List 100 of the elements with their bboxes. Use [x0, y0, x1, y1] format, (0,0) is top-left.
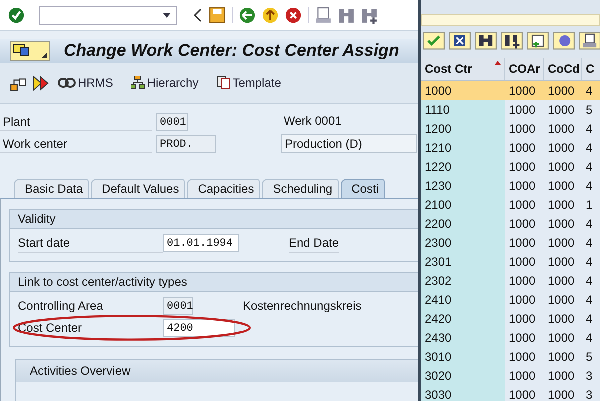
table-cell-text: 1000: [547, 292, 576, 308]
print-icon[interactable]: [579, 32, 600, 50]
table-cell-text: 3: [585, 386, 594, 401]
table-row[interactable]: 3010 1000 1000 5: [421, 347, 600, 366]
table-cell-text: 1000: [508, 158, 537, 176]
table-cell-text: 1000: [508, 254, 537, 270]
binoculars-icon[interactable]: [475, 32, 497, 50]
cost-center-field[interactable]: 4200: [163, 319, 235, 337]
table-cell-text: 5: [585, 348, 594, 366]
tab[interactable]: Capacities: [187, 179, 260, 198]
group-title: Link to cost center/activity types: [10, 273, 418, 292]
table-row[interactable]: 2430 1000 1000 4: [421, 328, 600, 347]
save-icon[interactable]: [209, 6, 226, 24]
window-title: Change Work Center: Cost Center Assign: [64, 41, 400, 61]
table-cell-text: 1000: [508, 196, 537, 214]
table-cell: 1210: [421, 138, 505, 157]
table-cell: 2430: [421, 328, 505, 347]
field-value: PROD.: [156, 134, 216, 152]
group-title: Activities Overview: [16, 360, 418, 382]
table-row[interactable]: 1210 1000 1000 4: [421, 138, 600, 157]
date-field[interactable]: 01.01.1994: [163, 234, 239, 252]
table-cell-text: 1000: [508, 310, 537, 328]
table-cell-text: 1000: [547, 348, 576, 366]
table-cell: 3010: [421, 347, 505, 366]
table-cell-text: 4: [585, 310, 594, 328]
table-row[interactable]: 1000 1000 1000 4: [421, 81, 600, 100]
new-entry-icon[interactable]: [527, 32, 549, 50]
table-row[interactable]: 1230 1000 1000 4: [421, 176, 600, 195]
back-icon[interactable]: [239, 6, 256, 24]
tab[interactable]: Default Values: [91, 179, 186, 198]
table-cell-text: 1000: [547, 120, 576, 138]
binoculars-plus-icon[interactable]: [501, 32, 523, 50]
table-row[interactable]: 3030 1000 1000 3: [421, 385, 600, 401]
tab[interactable]: Basic Data: [14, 179, 90, 198]
table-cell-text: 1000: [547, 216, 576, 232]
table-cell-text: 4: [585, 120, 594, 138]
binoculars-plus-icon[interactable]: [361, 6, 378, 24]
table-cell: 1220: [421, 157, 505, 176]
forward-icon[interactable]: [33, 74, 50, 92]
enter-icon[interactable]: [8, 6, 25, 24]
table-cell: 2420: [421, 309, 505, 328]
tab[interactable]: Scheduling: [262, 179, 339, 198]
tab[interactable]: Costi: [340, 179, 385, 198]
checkmark-icon[interactable]: [423, 32, 445, 50]
table-cell: 3030: [421, 385, 505, 401]
field-description: Werk 0001: [283, 113, 343, 130]
table-row[interactable]: 1200 1000 1000 4: [421, 119, 600, 138]
toolbar-button[interactable]: HRMS: [56, 76, 124, 90]
sort-icon: [495, 61, 501, 65]
table-row[interactable]: 2200 1000 1000 4: [421, 214, 600, 233]
field-label: End Date: [289, 234, 340, 252]
table-cell: 2100: [421, 195, 505, 214]
table-row[interactable]: 2300 1000 1000 4: [421, 233, 600, 252]
table-row[interactable]: 2100 1000 1000 1: [421, 195, 600, 214]
table-cell-text: 1000: [547, 254, 576, 270]
table-row[interactable]: 2301 1000 1000 4: [421, 252, 600, 271]
menu-button[interactable]: [10, 41, 50, 61]
table-cell-text: 1000: [508, 330, 537, 346]
dropdown-icon[interactable]: [163, 12, 171, 18]
toolbar-button[interactable]: Hierarchy: [129, 76, 209, 90]
group-title: Validity: [10, 210, 418, 229]
table-cell: 3020: [421, 366, 505, 385]
table-row[interactable]: 3020 1000 1000 3: [421, 366, 600, 385]
table-cell: 2302: [421, 271, 505, 290]
table-cell-text: 1000: [508, 272, 537, 290]
close-icon[interactable]: [449, 32, 471, 50]
table-cell-text: 1000: [547, 368, 576, 384]
table-cell-text: 4: [585, 272, 594, 290]
table-cell-text: 4: [585, 216, 594, 232]
table-cell-text: 1000: [547, 330, 576, 346]
hierarchy-icon: [131, 76, 146, 90]
command-field[interactable]: [39, 6, 177, 24]
corner-arrow-icon: [42, 53, 47, 58]
input-field[interactable]: [421, 14, 600, 26]
table-cell-text: 4: [585, 330, 594, 346]
exit-icon[interactable]: [262, 6, 279, 24]
table-cell: 1230: [421, 176, 505, 195]
table-cell-text: 1000: [547, 158, 576, 176]
field-label: Plant: [0, 112, 152, 130]
table-cell-text: 4: [585, 254, 594, 270]
table-row[interactable]: 2420 1000 1000 4: [421, 309, 600, 328]
print-icon[interactable]: [315, 6, 332, 24]
table-cell-text: 1000: [508, 140, 537, 156]
table-row[interactable]: 2410 1000 1000 4: [421, 290, 600, 309]
field-description: Kostenrechnungskreis: [243, 298, 362, 315]
table-row[interactable]: 1220 1000 1000 4: [421, 157, 600, 176]
cancel-icon[interactable]: [285, 6, 302, 24]
table-cell-text: 1000: [547, 234, 576, 252]
table-cell-text: 1000: [508, 348, 537, 366]
table-cell-text: 1000: [508, 120, 537, 138]
table-cell-text: 3: [585, 368, 594, 384]
table-cell-text: 1000: [508, 234, 537, 252]
table-row[interactable]: 2302 1000 1000 4: [421, 271, 600, 290]
table-cell: 2301: [421, 252, 505, 271]
table-cell-text: 1000: [547, 140, 576, 156]
table-cell-text: 1000: [508, 368, 537, 384]
table-cell: 1200: [421, 119, 505, 138]
toolbar-button[interactable]: Template: [214, 76, 292, 90]
table-row[interactable]: 1110 1000 1000 5: [421, 100, 600, 119]
table-cell: 2410: [421, 290, 505, 309]
